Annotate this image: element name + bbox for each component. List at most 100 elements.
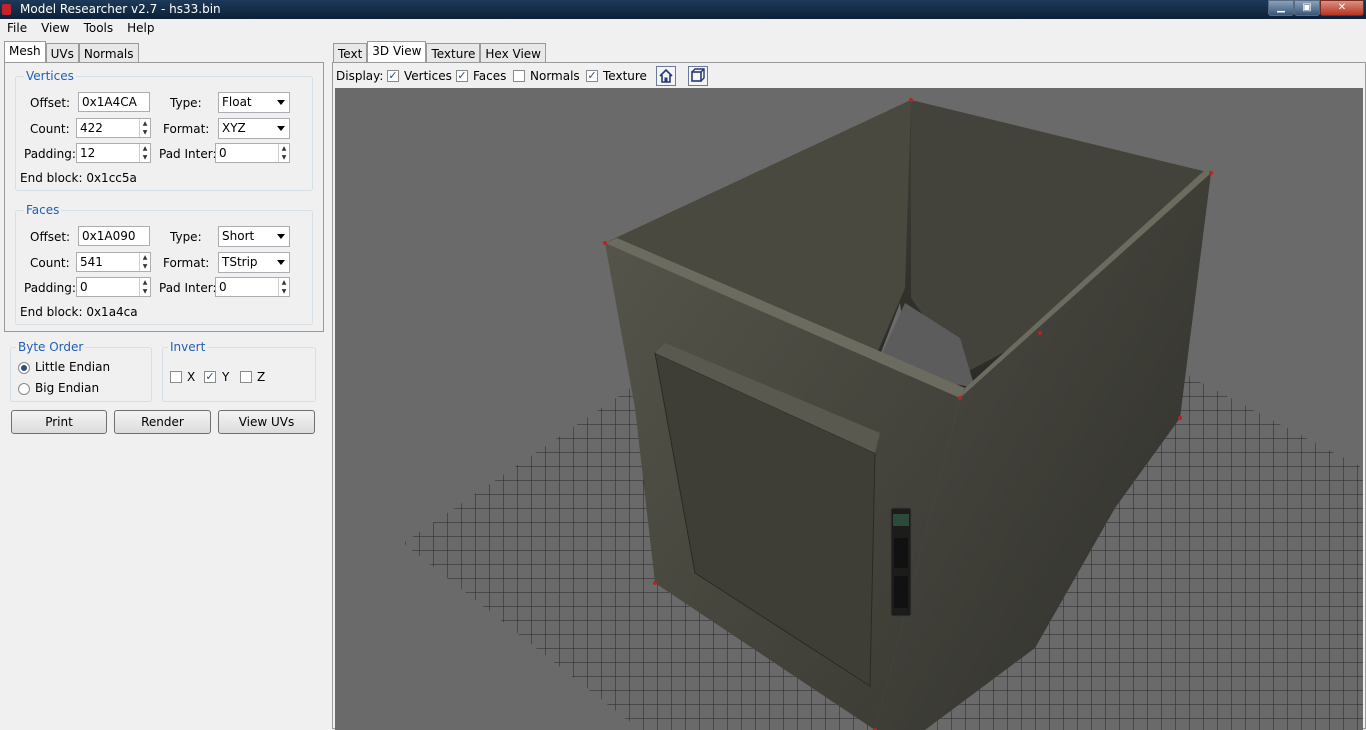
vertices-padinter-stepper[interactable]: 0 ▲ ▼ (215, 143, 290, 163)
faces-padinter-label: Pad Inter: (159, 281, 217, 295)
spin-arrows-icon[interactable]: ▲ ▼ (278, 144, 289, 162)
spin-arrows-icon[interactable]: ▲ ▼ (139, 119, 150, 137)
close-button[interactable]: ✕ (1320, 0, 1364, 16)
spin-arrows-icon[interactable]: ▲ ▼ (278, 278, 289, 296)
title-bar: Model Researcher v2.7 - hs33.bin ▁ ▣ ✕ (0, 0, 1366, 19)
mesh-panel: Vertices Offset: 0x1A4CA Type: Float Cou… (4, 62, 324, 332)
invert-y-checkbox[interactable]: ✓ (204, 371, 216, 383)
faces-end-block: End block: 0x1a4ca (20, 305, 138, 319)
faces-format-select[interactable]: TStrip (218, 252, 290, 273)
spin-arrows-icon[interactable]: ▲ ▼ (139, 278, 150, 296)
app-icon (2, 4, 11, 15)
vertices-group: Vertices Offset: 0x1A4CA Type: Float Cou… (15, 69, 313, 191)
invert-y-label: Y (222, 370, 230, 384)
left-tab-strip: Mesh UVs Normals (4, 41, 139, 63)
window-controls: ▁ ▣ ✕ (1268, 0, 1364, 17)
menu-help[interactable]: Help (120, 19, 161, 39)
vertices-count-value: 422 (80, 121, 103, 135)
vertices-padinter-label: Pad Inter: (159, 147, 217, 161)
tab-hex-view[interactable]: Hex View (480, 43, 546, 63)
faces-offset-label: Offset: (30, 230, 71, 244)
menu-tools[interactable]: Tools (77, 19, 121, 39)
byte-order-group: Byte Order Little Endian Big Endian (10, 340, 152, 402)
faces-count-label: Count: (30, 256, 70, 270)
minimize-button[interactable]: ▁ (1268, 0, 1294, 16)
tab-3d-view[interactable]: 3D View (367, 41, 427, 63)
faces-group: Faces Offset: 0x1A090 Type: Short Count:… (15, 203, 313, 325)
menu-file[interactable]: File (0, 19, 34, 39)
invert-z-checkbox[interactable] (240, 371, 252, 383)
big-endian-radio[interactable] (18, 383, 30, 395)
faces-format-value: TStrip (222, 255, 258, 269)
vertices-checkbox[interactable]: ✓ (387, 70, 399, 82)
little-endian-radio[interactable] (18, 362, 30, 374)
vertices-padding-stepper[interactable]: 12 ▲ ▼ (76, 143, 151, 163)
chevron-down-icon (277, 234, 285, 239)
texture-checkbox-label: Texture (603, 69, 647, 83)
vertices-format-select[interactable]: XYZ (218, 118, 290, 139)
display-label: Display: (336, 69, 384, 83)
invert-x-label: X (187, 370, 196, 384)
vertices-count-stepper[interactable]: 422 ▲ ▼ (76, 118, 151, 138)
right-tab-strip: Text 3D View Texture Hex View (333, 41, 546, 63)
vertices-group-title: Vertices (24, 69, 76, 83)
invert-title: Invert (168, 340, 208, 354)
faces-checkbox-label: Faces (473, 69, 507, 83)
faces-checkbox[interactable]: ✓ (456, 70, 468, 82)
vertices-offset-label: Offset: (30, 96, 71, 110)
texture-checkbox[interactable]: ✓ (586, 70, 598, 82)
reset-view-icon[interactable] (688, 66, 708, 86)
vertices-format-value: XYZ (222, 121, 246, 135)
faces-padding-label: Padding: (24, 281, 76, 295)
spin-arrows-icon[interactable]: ▲ ▼ (139, 253, 150, 271)
invert-group: Invert X ✓ Y Z (162, 340, 316, 402)
faces-type-select[interactable]: Short (218, 226, 290, 247)
tab-text[interactable]: Text (333, 43, 368, 63)
tab-normals[interactable]: Normals (78, 43, 139, 63)
render-button[interactable]: Render (114, 410, 211, 434)
faces-group-title: Faces (24, 203, 62, 217)
normals-checkbox-label: Normals (530, 69, 580, 83)
maximize-button[interactable]: ▣ (1294, 0, 1320, 16)
faces-type-label: Type: (170, 230, 202, 244)
vertices-padinter-value: 0 (219, 146, 227, 160)
vertices-offset-input[interactable]: 0x1A4CA (78, 92, 150, 112)
view-uvs-button[interactable]: View UVs (218, 410, 315, 434)
vertices-padding-value: 12 (80, 146, 96, 160)
faces-padinter-stepper[interactable]: 0 ▲ ▼ (215, 277, 290, 297)
spin-arrows-icon[interactable]: ▲ ▼ (139, 144, 150, 162)
faces-format-label: Format: (163, 256, 210, 270)
chevron-down-icon (277, 260, 285, 265)
view-panel: Display: ✓ Vertices ✓ Faces Normals ✓ Te… (332, 62, 1366, 730)
vertices-type-value: Float (222, 95, 252, 109)
faces-type-value: Short (222, 229, 255, 243)
display-toolbar: Display: ✓ Vertices ✓ Faces Normals ✓ Te… (333, 63, 1365, 88)
menu-bar: File View Tools Help (0, 19, 1366, 39)
vertices-format-label: Format: (163, 122, 210, 136)
menu-view[interactable]: View (34, 19, 76, 39)
faces-padding-stepper[interactable]: 0 ▲ ▼ (76, 277, 151, 297)
window-title: Model Researcher v2.7 - hs33.bin (20, 2, 221, 16)
vertices-end-block: End block: 0x1cc5a (20, 171, 137, 185)
invert-z-label: Z (257, 370, 266, 384)
faces-count-value: 541 (80, 255, 103, 269)
normals-checkbox[interactable] (513, 70, 525, 82)
invert-x-checkbox[interactable] (170, 371, 182, 383)
little-endian-label: Little Endian (35, 360, 111, 374)
tab-mesh[interactable]: Mesh (4, 41, 46, 63)
byte-order-title: Byte Order (16, 340, 86, 354)
tab-uvs[interactable]: UVs (45, 43, 79, 63)
vertices-type-label: Type: (170, 96, 202, 110)
print-button[interactable]: Print (11, 410, 107, 434)
faces-count-stepper[interactable]: 541 ▲ ▼ (76, 252, 151, 272)
tab-texture[interactable]: Texture (426, 43, 481, 63)
vertices-type-select[interactable]: Float (218, 92, 290, 113)
home-icon[interactable] (656, 66, 676, 86)
faces-offset-input[interactable]: 0x1A090 (78, 226, 150, 246)
vertices-padding-label: Padding: (24, 147, 76, 161)
vertices-count-label: Count: (30, 122, 70, 136)
3d-viewport[interactable] (335, 88, 1363, 730)
faces-padding-value: 0 (80, 280, 88, 294)
chevron-down-icon (277, 126, 285, 131)
big-endian-label: Big Endian (35, 381, 100, 395)
